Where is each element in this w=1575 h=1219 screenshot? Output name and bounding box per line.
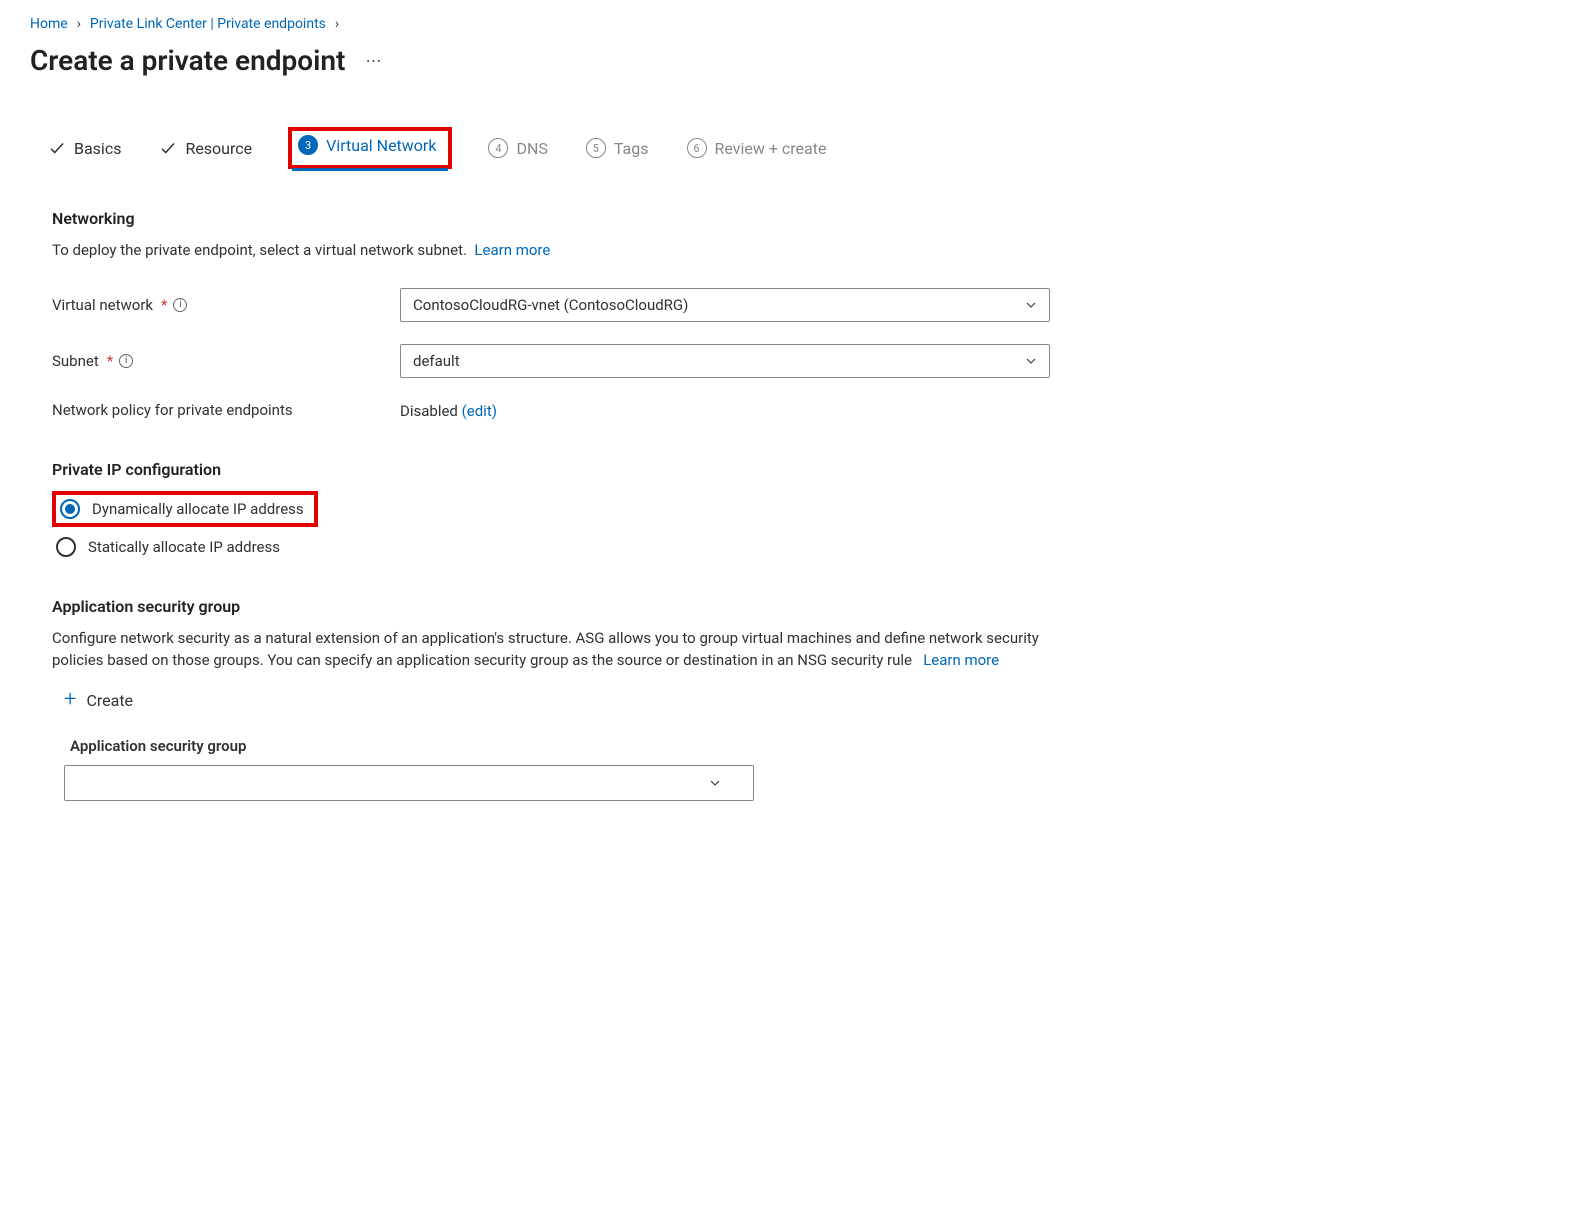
chevron-right-icon: › — [77, 16, 81, 32]
plus-icon: + — [64, 689, 76, 711]
check-icon — [48, 139, 66, 157]
asg-select[interactable] — [64, 765, 754, 801]
tab-resource[interactable]: Resource — [157, 133, 254, 164]
subnet-label: Subnet * i — [52, 352, 392, 370]
ipconfig-heading: Private IP configuration — [52, 460, 1090, 479]
select-value: default — [413, 352, 460, 370]
info-icon[interactable]: i — [173, 298, 187, 312]
more-actions-button[interactable]: ⋯ — [365, 51, 383, 70]
tab-label: Basics — [74, 139, 121, 158]
chevron-right-icon: › — [335, 16, 339, 32]
asg-sub-heading: Application security group — [70, 737, 1090, 755]
radio-dynamic-ip[interactable]: Dynamically allocate IP address — [52, 491, 318, 527]
info-icon[interactable]: i — [119, 354, 133, 368]
step-number-badge: 5 — [586, 138, 606, 158]
subnet-row: Subnet * i default — [52, 344, 1090, 378]
tab-label: Review + create — [715, 139, 827, 158]
radio-label: Dynamically allocate IP address — [92, 500, 304, 518]
label-text: Subnet — [52, 352, 99, 370]
radio-static-ip[interactable]: Statically allocate IP address — [52, 537, 1090, 557]
step-number-badge: 4 — [488, 138, 508, 158]
networking-description: To deploy the private endpoint, select a… — [52, 240, 1090, 262]
breadcrumb: Home › Private Link Center | Private end… — [30, 16, 1545, 32]
check-icon — [159, 139, 177, 157]
label-text: Network policy for private endpoints — [52, 401, 293, 419]
chevron-down-icon — [707, 775, 723, 791]
page-title: Create a private endpoint — [30, 44, 345, 77]
create-label: Create — [86, 691, 133, 710]
asg-desc-text: Configure network security as a natural … — [52, 629, 1039, 669]
tab-label: Virtual Network — [326, 136, 436, 155]
radio-icon — [56, 537, 76, 557]
chevron-down-icon — [1023, 297, 1039, 313]
tab-dns[interactable]: 4 DNS — [486, 132, 549, 164]
tab-label: Resource — [185, 139, 252, 158]
tab-label: Tags — [614, 139, 649, 158]
page-header: Create a private endpoint ⋯ — [30, 44, 1545, 77]
step-number-badge: 3 — [298, 135, 318, 155]
breadcrumb-private-link-center[interactable]: Private Link Center | Private endpoints — [90, 16, 326, 32]
asg-learn-more-link[interactable]: Learn more — [923, 651, 999, 669]
select-value: ContosoCloudRG-vnet (ContosoCloudRG) — [413, 296, 688, 314]
label-text: Virtual network — [52, 296, 153, 314]
asg-create-button[interactable]: + Create — [64, 689, 1090, 711]
radio-label: Statically allocate IP address — [88, 538, 280, 556]
breadcrumb-home[interactable]: Home — [30, 16, 68, 32]
required-asterisk: * — [161, 296, 167, 314]
policy-row: Network policy for private endpoints Dis… — [52, 400, 1090, 420]
vnet-row: Virtual network * i ContosoCloudRG-vnet … — [52, 288, 1090, 322]
asg-heading: Application security group — [52, 597, 1090, 616]
tab-review-create[interactable]: 6 Review + create — [685, 132, 829, 164]
wizard-tabs: Basics Resource 3 Virtual Network 4 DNS … — [30, 127, 1545, 169]
policy-value-text: Disabled — [400, 402, 458, 420]
policy-edit-link[interactable]: (edit) — [462, 402, 497, 420]
vnet-label: Virtual network * i — [52, 296, 392, 314]
networking-desc-text: To deploy the private endpoint, select a… — [52, 241, 467, 259]
ipconfig-radio-group: Dynamically allocate IP address Statical… — [52, 491, 1090, 557]
subnet-select[interactable]: default — [400, 344, 1050, 378]
chevron-down-icon — [1023, 353, 1039, 369]
networking-learn-more-link[interactable]: Learn more — [474, 241, 550, 259]
step-number-badge: 6 — [687, 138, 707, 158]
tab-label: DNS — [516, 139, 547, 158]
asg-description: Configure network security as a natural … — [52, 628, 1090, 672]
policy-value: Disabled (edit) — [400, 400, 497, 420]
tab-basics[interactable]: Basics — [46, 133, 123, 164]
tab-virtual-network[interactable]: 3 Virtual Network — [288, 127, 452, 169]
networking-heading: Networking — [52, 209, 1090, 228]
tab-tags[interactable]: 5 Tags — [584, 132, 651, 164]
radio-icon — [60, 499, 80, 519]
vnet-select[interactable]: ContosoCloudRG-vnet (ContosoCloudRG) — [400, 288, 1050, 322]
required-asterisk: * — [107, 352, 113, 370]
policy-label: Network policy for private endpoints — [52, 401, 392, 419]
